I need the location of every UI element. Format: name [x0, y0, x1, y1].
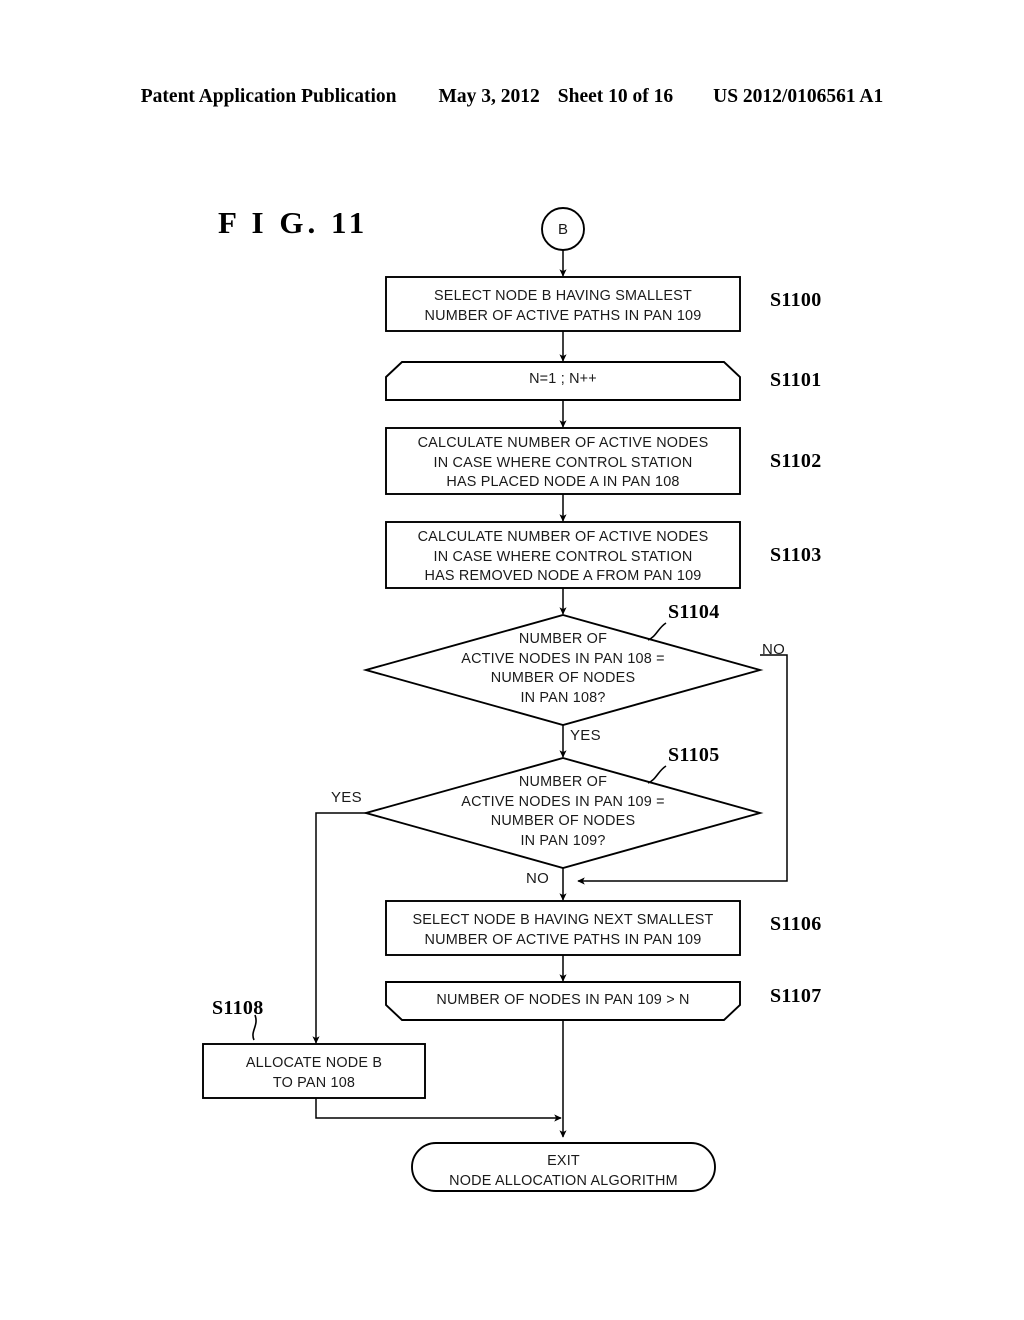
s1107-text: NUMBER OF NODES IN PAN 109 > N [386, 991, 740, 1011]
branch-label-s1104-no: NO [762, 641, 786, 658]
s1108-line2: TO PAN 108 [272, 1074, 356, 1091]
s1104-line4: IN PAN 108? [520, 689, 606, 706]
s1103-text: CALCULATE NUMBER OF ACTIVE NODES IN CASE… [386, 528, 740, 587]
s1104-text: NUMBER OF ACTIVE NODES IN PAN 108 = NUMB… [386, 630, 740, 708]
s1106-text: SELECT NODE B HAVING NEXT SMALLEST NUMBE… [386, 911, 740, 950]
branch-label-s1105-yes: YES [331, 789, 362, 806]
s1102-text: CALCULATE NUMBER OF ACTIVE NODES IN CASE… [386, 434, 740, 493]
step-label-s1107: S1107 [770, 985, 822, 1007]
s1103-line2: IN CASE WHERE CONTROL STATION [433, 548, 693, 565]
s1104-line2: ACTIVE NODES IN PAN 108 = [461, 650, 665, 667]
step-label-s1104: S1104 [668, 601, 720, 623]
s1107-line1: NUMBER OF NODES IN PAN 109 > N [436, 992, 690, 1008]
s1101-text: N=1 ; N++ [386, 370, 740, 390]
exit-text: EXIT NODE ALLOCATION ALGORITHM [412, 1152, 715, 1191]
s1103-line1: CALCULATE NUMBER OF ACTIVE NODES [417, 529, 709, 545]
connector-b-label: B [557, 221, 568, 238]
s1106-line2: NUMBER OF ACTIVE PATHS IN PAN 109 [424, 931, 702, 948]
s1105-line1: NUMBER OF [518, 774, 608, 790]
edge-s1108-to-exit [315, 1098, 562, 1122]
edge-s1105-yes [312, 812, 366, 1044]
branch-label-s1104-yes: YES [570, 727, 601, 744]
step-label-s1105: S1105 [668, 744, 720, 766]
s1104-line3: NUMBER OF NODES [490, 670, 636, 686]
s1108-text: ALLOCATE NODE B TO PAN 108 [203, 1054, 425, 1093]
step-label-s1100: S1100 [770, 289, 822, 311]
branch-label-s1105-no: NO [526, 870, 550, 887]
s1101-line1: N=1 ; N++ [529, 371, 597, 387]
exit-line1: EXIT [547, 1153, 580, 1169]
s1104-line1: NUMBER OF [518, 631, 608, 647]
step-label-s1106: S1106 [770, 913, 822, 935]
step-label-s1103: S1103 [770, 544, 822, 566]
step-label-s1102: S1102 [770, 450, 822, 472]
step-label-s1108: S1108 [212, 997, 264, 1019]
s1108-line1: ALLOCATE NODE B [245, 1055, 383, 1071]
exit-line2: NODE ALLOCATION ALGORITHM [449, 1172, 678, 1189]
s1100-line1: SELECT NODE B HAVING SMALLEST [434, 288, 692, 304]
s1100-text: SELECT NODE B HAVING SMALLEST NUMBER OF … [386, 287, 740, 326]
s1103-line3: HAS REMOVED NODE A FROM PAN 109 [424, 568, 702, 584]
s1105-line2: ACTIVE NODES IN PAN 109 = [461, 793, 665, 810]
s1100-line2: NUMBER OF ACTIVE PATHS IN PAN 109 [424, 307, 702, 324]
step-label-s1101: S1101 [770, 369, 822, 391]
s1105-line4: IN PAN 109? [520, 832, 606, 849]
s1102-line1: CALCULATE NUMBER OF ACTIVE NODES [417, 435, 709, 451]
s1105-text: NUMBER OF ACTIVE NODES IN PAN 109 = NUMB… [386, 773, 740, 851]
s1105-line3: NUMBER OF NODES [490, 813, 636, 829]
s1106-line1: SELECT NODE B HAVING NEXT SMALLEST [412, 912, 714, 928]
s1102-line2: IN CASE WHERE CONTROL STATION [433, 454, 693, 471]
s1102-line3: HAS PLACED NODE A IN PAN 108 [446, 474, 680, 490]
